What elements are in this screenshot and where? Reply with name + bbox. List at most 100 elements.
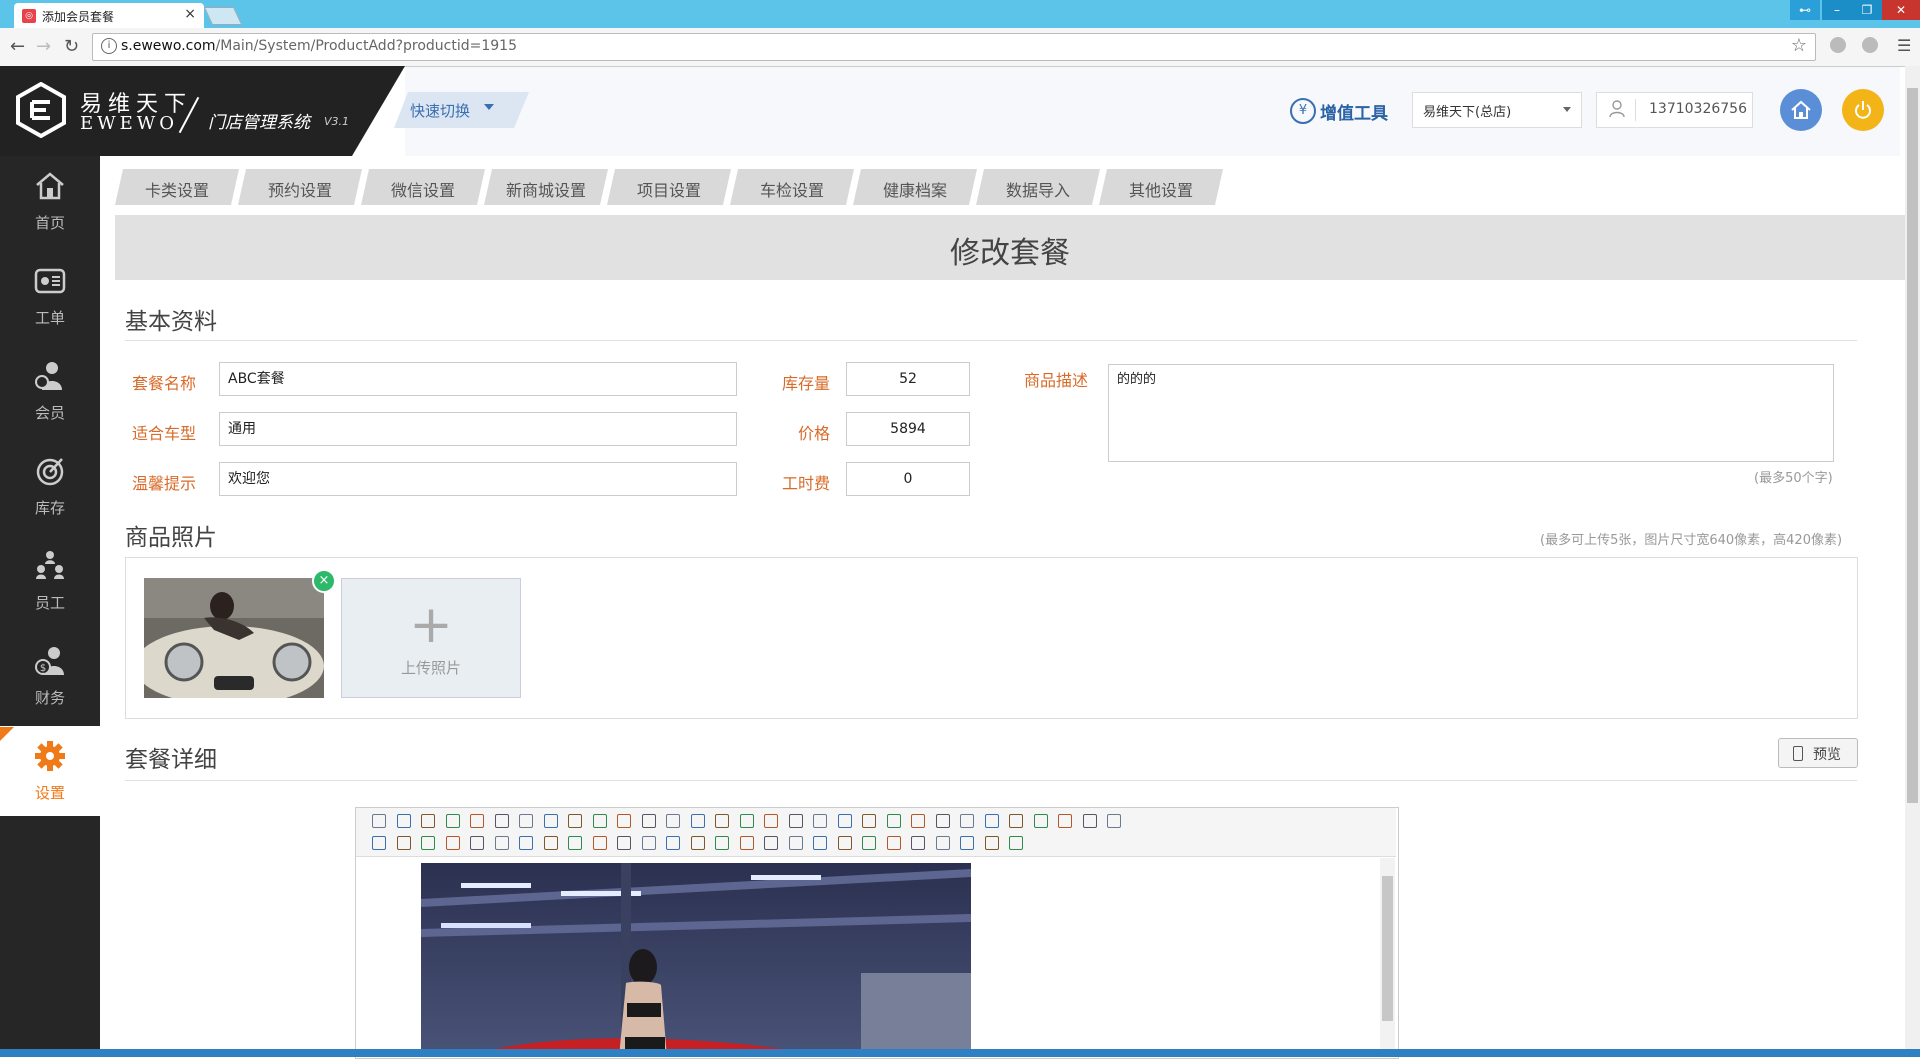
editor-tool-icon[interactable] [960, 814, 974, 828]
editor-tool-icon[interactable] [1033, 814, 1048, 828]
upload-photo-button[interactable]: + 上传照片 [341, 578, 521, 698]
browser-tab[interactable]: ◎ 添加会员套餐 × [14, 3, 204, 28]
editor-content-image[interactable] [421, 863, 971, 1057]
extension-icon[interactable] [1830, 37, 1846, 53]
editor-tool-icon[interactable] [519, 836, 533, 850]
tip-input[interactable]: 欢迎您 [219, 462, 737, 496]
user-account[interactable]: 13710326756 [1596, 92, 1753, 128]
editor-tool-icon[interactable] [862, 836, 876, 850]
store-select[interactable]: 易维天下(总店) [1412, 92, 1582, 128]
extension-icon[interactable] [1862, 37, 1878, 53]
editor-tool-icon[interactable] [837, 814, 852, 828]
editor-tool-icon[interactable] [445, 836, 460, 850]
back-icon[interactable]: ← [10, 36, 25, 57]
tab-mall-settings[interactable]: 新商城设置 [484, 169, 608, 205]
editor-tool-icon[interactable] [788, 836, 803, 850]
editor-tool-icon[interactable] [568, 814, 582, 828]
editor-tool-icon[interactable] [543, 836, 558, 850]
editor-tool-icon[interactable] [911, 814, 925, 828]
tab-card-settings[interactable]: 卡类设置 [115, 169, 239, 205]
editor-tool-icon[interactable] [421, 836, 435, 850]
add-tools-link[interactable]: 增值工具 [1320, 99, 1388, 124]
editor-tool-icon[interactable] [372, 836, 386, 850]
editor-tool-icon[interactable] [739, 836, 754, 850]
home-button[interactable] [1780, 89, 1822, 131]
editor-tool-icon[interactable] [617, 836, 631, 850]
reload-icon[interactable]: ↻ [64, 36, 79, 57]
quick-switch-label[interactable]: 快速切换 [410, 100, 470, 121]
editor-tool-icon[interactable] [813, 814, 827, 828]
editor-tool-icon[interactable] [862, 814, 876, 828]
sidebar-item-member[interactable]: 会员 [0, 346, 100, 436]
address-bar[interactable]: i s.ewewo.com/Main/System/ProductAdd?pro… [92, 33, 1816, 61]
editor-tool-icon[interactable] [1107, 814, 1121, 828]
sidebar-item-home[interactable]: 首页 [0, 156, 100, 246]
car-type-input[interactable]: 通用 [219, 412, 737, 446]
minimize-icon[interactable]: – [1822, 0, 1852, 20]
tab-inspection-settings[interactable]: 车检设置 [730, 169, 854, 205]
editor-tool-icon[interactable] [1009, 836, 1023, 850]
description-textarea[interactable]: 的的的 [1108, 364, 1834, 462]
editor-tool-icon[interactable] [886, 836, 901, 850]
editor-tool-icon[interactable] [666, 836, 680, 850]
editor-tool-icon[interactable] [617, 814, 631, 828]
editor-tool-icon[interactable] [813, 836, 827, 850]
editor-tool-icon[interactable] [715, 836, 729, 850]
editor-tool-icon[interactable] [494, 836, 509, 850]
editor-tool-icon[interactable] [494, 814, 509, 828]
editor-tool-icon[interactable] [715, 814, 729, 828]
product-photo-thumbnail[interactable] [144, 578, 324, 698]
tab-booking-settings[interactable]: 预约设置 [238, 169, 362, 205]
editor-tool-icon[interactable] [788, 814, 803, 828]
editor-tool-icon[interactable] [470, 836, 484, 850]
editor-tool-icon[interactable] [837, 836, 852, 850]
delete-photo-icon[interactable]: × [312, 569, 336, 593]
browser-menu-icon[interactable]: ☰ [1897, 36, 1911, 55]
logout-button[interactable] [1842, 89, 1884, 131]
labor-fee-input[interactable]: 0 [846, 462, 970, 496]
tab-health-records[interactable]: 健康档案 [853, 169, 977, 205]
tab-close-icon[interactable]: × [184, 6, 196, 22]
tab-data-import[interactable]: 数据导入 [976, 169, 1100, 205]
editor-tool-icon[interactable] [1082, 814, 1097, 828]
bookmark-star-icon[interactable]: ☆ [1791, 35, 1807, 56]
editor-tool-icon[interactable] [519, 814, 533, 828]
package-name-input[interactable]: ABC套餐 [219, 362, 737, 396]
page-scrollbar-thumb[interactable] [1907, 88, 1918, 803]
editor-tool-icon[interactable] [543, 814, 558, 828]
editor-tool-icon[interactable] [764, 814, 778, 828]
editor-tool-icon[interactable] [666, 814, 680, 828]
editor-tool-icon[interactable] [984, 814, 999, 828]
preview-button[interactable]: 预览 [1778, 738, 1858, 768]
editor-tool-icon[interactable] [641, 814, 656, 828]
editor-tool-icon[interactable] [960, 836, 974, 850]
chevron-down-icon[interactable] [484, 104, 494, 110]
tab-other-settings[interactable]: 其他设置 [1099, 169, 1223, 205]
editor-tool-icon[interactable] [641, 836, 656, 850]
editor-tool-icon[interactable] [984, 836, 999, 850]
sidebar-item-finance[interactable]: $ 财务 [0, 631, 100, 721]
forward-icon[interactable]: → [36, 36, 51, 57]
editor-tool-icon[interactable] [739, 814, 754, 828]
sidebar-item-work-order[interactable]: 工单 [0, 251, 100, 341]
window-close-icon[interactable]: ✕ [1882, 0, 1920, 20]
yen-icon[interactable]: ¥ [1290, 98, 1316, 124]
editor-tool-icon[interactable] [396, 814, 411, 828]
site-info-icon[interactable]: i [101, 38, 117, 54]
editor-tool-icon[interactable] [372, 814, 386, 828]
editor-tool-icon[interactable] [592, 836, 607, 850]
editor-tool-icon[interactable] [396, 836, 411, 850]
tab-wechat-settings[interactable]: 微信设置 [361, 169, 485, 205]
stock-input[interactable]: 52 [846, 362, 970, 396]
editor-tool-icon[interactable] [690, 836, 705, 850]
editor-tool-icon[interactable] [470, 814, 484, 828]
restore-icon[interactable]: ❐ [1852, 0, 1882, 20]
editor-tool-icon[interactable] [592, 814, 607, 828]
sidebar-item-settings[interactable]: 设置 [0, 726, 100, 816]
editor-tool-icon[interactable] [764, 836, 778, 850]
editor-tool-icon[interactable] [911, 836, 925, 850]
tab-project-settings[interactable]: 项目设置 [607, 169, 731, 205]
editor-tool-icon[interactable] [421, 814, 435, 828]
editor-tool-icon[interactable] [568, 836, 582, 850]
editor-tool-icon[interactable] [690, 814, 705, 828]
